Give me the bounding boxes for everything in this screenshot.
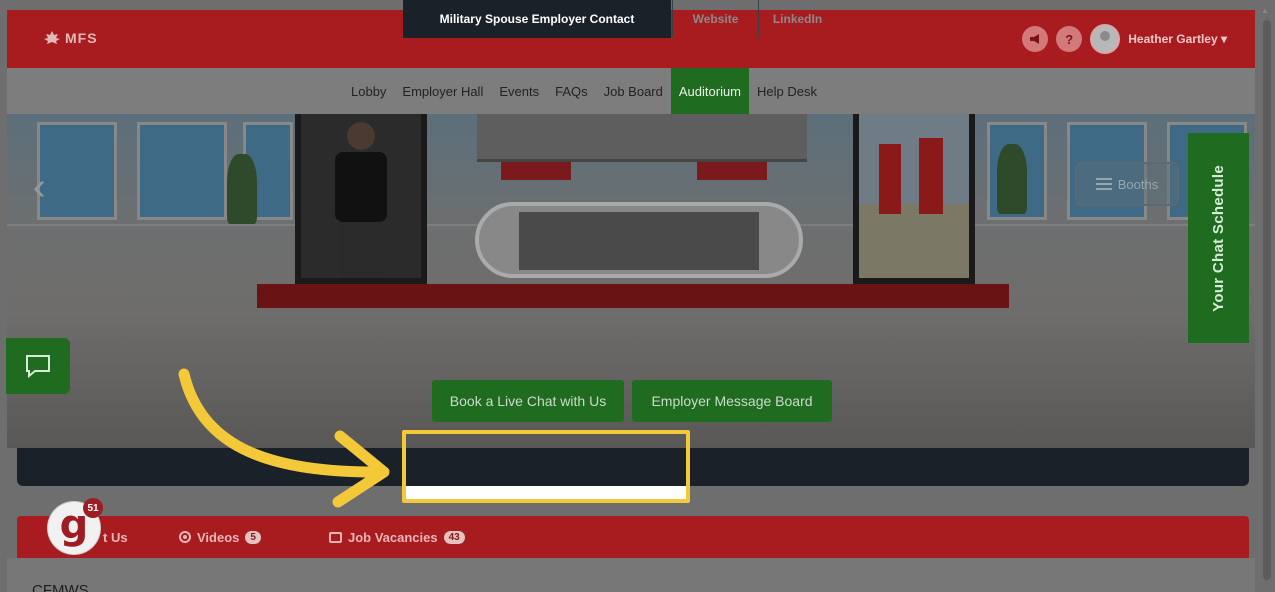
- tab-website[interactable]: Website: [672, 0, 758, 38]
- company-name: CFMWS: [32, 582, 89, 592]
- content-area: [7, 558, 1255, 592]
- lifeguards-image: [859, 114, 969, 214]
- play-circle-icon: [179, 531, 191, 543]
- nav-item-lobby[interactable]: Lobby: [343, 68, 394, 114]
- videos-label: Videos: [197, 529, 240, 545]
- tab-videos[interactable]: Videos 5: [179, 516, 261, 558]
- arrow-icon: [178, 368, 390, 508]
- booth-strip: [697, 162, 767, 180]
- about-us-label: t Us: [103, 529, 128, 545]
- booth-top-screens: [477, 114, 807, 162]
- chevron-left-icon[interactable]: ‹: [33, 166, 46, 209]
- tab-military-spouse-employer-contact[interactable]: Military Spouse Employer Contact: [403, 0, 671, 38]
- palm-plant: [227, 154, 257, 224]
- briefcase-icon: [329, 531, 342, 543]
- megaphone-icon[interactable]: [1022, 26, 1049, 52]
- g-widget-count-badge: 51: [83, 498, 103, 518]
- window: [37, 122, 117, 220]
- highlight-box: [402, 430, 690, 503]
- nav-item-employer-hall[interactable]: Employer Hall: [394, 68, 491, 114]
- videos-count-badge: 5: [245, 530, 261, 544]
- help-button[interactable]: ?: [1056, 26, 1083, 52]
- chat-bubble-icon: [26, 355, 50, 378]
- job-vacancies-count-badge: 43: [443, 530, 465, 544]
- chat-schedule-label: Your Chat Schedule: [1210, 164, 1227, 312]
- main-nav: Lobby Employer Hall Events FAQs Job Boar…: [7, 68, 1255, 114]
- pod-screen: [519, 212, 759, 270]
- nav-item-auditorium[interactable]: Auditorium: [670, 68, 750, 114]
- nav-items: Lobby Employer Hall Events FAQs Job Boar…: [343, 68, 825, 114]
- booth-pod: [475, 202, 803, 278]
- nav-item-faqs[interactable]: FAQs: [547, 68, 596, 114]
- tab-linkedin[interactable]: LinkedIn: [758, 0, 836, 38]
- nav-item-help-desk[interactable]: Help Desk: [749, 68, 825, 114]
- booths-button[interactable]: Booths: [1075, 162, 1179, 206]
- page: MFS ? Heather Gartley ▾ Lobby Employer H…: [0, 0, 1275, 592]
- avatar[interactable]: [1090, 24, 1121, 54]
- booths-label: Booths: [1117, 176, 1159, 192]
- job-vacancies-label: Job Vacancies: [348, 529, 438, 545]
- person-image: [335, 122, 387, 278]
- user-menu[interactable]: Heather Gartley ▾: [1128, 32, 1227, 46]
- booth-screen-left: [295, 114, 427, 284]
- section-tabs: t Us Videos 5 Job Vacancies 43: [17, 516, 1249, 558]
- nav-item-job-board[interactable]: Job Board: [596, 68, 671, 114]
- maple-leaf-icon: [44, 31, 60, 44]
- scroll-up-icon[interactable]: ▲: [1261, 6, 1271, 16]
- book-live-chat-button[interactable]: Book a Live Chat with Us: [432, 380, 624, 422]
- window: [137, 122, 227, 220]
- chat-schedule-tab[interactable]: Your Chat Schedule: [1188, 133, 1249, 343]
- booth-strip: [501, 162, 571, 180]
- palm-plant: [997, 144, 1027, 214]
- top-icons: ? Heather Gartley ▾: [1022, 24, 1227, 54]
- nav-item-events[interactable]: Events: [491, 68, 547, 114]
- booth-screen-right: [853, 114, 975, 284]
- employer-message-board-button[interactable]: Employer Message Board: [632, 380, 832, 422]
- scrollbar[interactable]: [1263, 20, 1271, 580]
- chat-button[interactable]: [6, 338, 70, 394]
- logo-text: MFS: [65, 30, 98, 46]
- tab-about-us[interactable]: t Us: [103, 516, 128, 558]
- list-icon: [1095, 178, 1112, 190]
- booth-stage: [257, 284, 1009, 308]
- tab-job-vacancies[interactable]: Job Vacancies 43: [329, 516, 465, 558]
- mfs-logo[interactable]: MFS: [43, 30, 98, 46]
